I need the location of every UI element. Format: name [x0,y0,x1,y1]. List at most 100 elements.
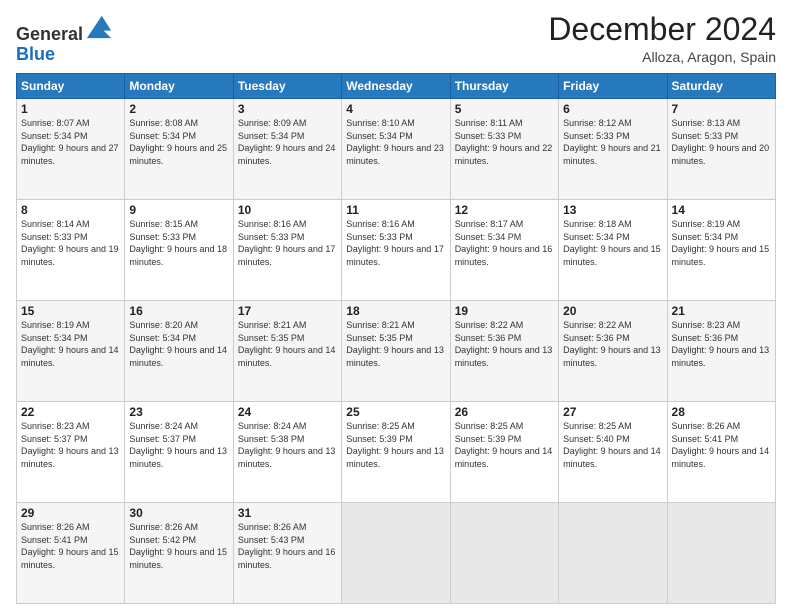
day-detail: Sunrise: 8:19 AMSunset: 5:34 PMDaylight:… [672,218,771,268]
day-number: 6 [563,102,662,116]
calendar-cell: 23Sunrise: 8:24 AMSunset: 5:37 PMDayligh… [125,402,233,503]
calendar-cell: 12Sunrise: 8:17 AMSunset: 5:34 PMDayligh… [450,200,558,301]
logo-icon [85,12,113,40]
weekday-tuesday: Tuesday [233,74,341,99]
day-number: 23 [129,405,228,419]
day-number: 29 [21,506,120,520]
day-number: 14 [672,203,771,217]
day-detail: Sunrise: 8:08 AMSunset: 5:34 PMDaylight:… [129,117,228,167]
day-detail: Sunrise: 8:14 AMSunset: 5:33 PMDaylight:… [21,218,120,268]
calendar-cell: 20Sunrise: 8:22 AMSunset: 5:36 PMDayligh… [559,301,667,402]
calendar-cell: 19Sunrise: 8:22 AMSunset: 5:36 PMDayligh… [450,301,558,402]
calendar-cell: 3Sunrise: 8:09 AMSunset: 5:34 PMDaylight… [233,99,341,200]
weekday-friday: Friday [559,74,667,99]
location: Alloza, Aragon, Spain [548,49,776,65]
day-detail: Sunrise: 8:23 AMSunset: 5:37 PMDaylight:… [21,420,120,470]
title-block: December 2024 Alloza, Aragon, Spain [548,12,776,65]
day-number: 25 [346,405,445,419]
calendar-cell: 30Sunrise: 8:26 AMSunset: 5:42 PMDayligh… [125,503,233,604]
day-detail: Sunrise: 8:24 AMSunset: 5:38 PMDaylight:… [238,420,337,470]
day-number: 13 [563,203,662,217]
day-number: 7 [672,102,771,116]
day-detail: Sunrise: 8:15 AMSunset: 5:33 PMDaylight:… [129,218,228,268]
day-detail: Sunrise: 8:22 AMSunset: 5:36 PMDaylight:… [455,319,554,369]
day-number: 15 [21,304,120,318]
calendar-cell: 22Sunrise: 8:23 AMSunset: 5:37 PMDayligh… [17,402,125,503]
calendar-cell: 1Sunrise: 8:07 AMSunset: 5:34 PMDaylight… [17,99,125,200]
day-number: 26 [455,405,554,419]
day-detail: Sunrise: 8:26 AMSunset: 5:43 PMDaylight:… [238,521,337,571]
calendar-cell: 17Sunrise: 8:21 AMSunset: 5:35 PMDayligh… [233,301,341,402]
day-number: 5 [455,102,554,116]
day-number: 1 [21,102,120,116]
weekday-monday: Monday [125,74,233,99]
day-number: 4 [346,102,445,116]
week-row-4: 22Sunrise: 8:23 AMSunset: 5:37 PMDayligh… [17,402,776,503]
calendar-cell: 11Sunrise: 8:16 AMSunset: 5:33 PMDayligh… [342,200,450,301]
calendar-cell: 16Sunrise: 8:20 AMSunset: 5:34 PMDayligh… [125,301,233,402]
day-detail: Sunrise: 8:21 AMSunset: 5:35 PMDaylight:… [346,319,445,369]
day-number: 18 [346,304,445,318]
month-title: December 2024 [548,12,776,47]
weekday-thursday: Thursday [450,74,558,99]
calendar-cell: 4Sunrise: 8:10 AMSunset: 5:34 PMDaylight… [342,99,450,200]
day-detail: Sunrise: 8:19 AMSunset: 5:34 PMDaylight:… [21,319,120,369]
calendar-cell: 26Sunrise: 8:25 AMSunset: 5:39 PMDayligh… [450,402,558,503]
logo-text: GeneralBlue [16,12,113,65]
day-detail: Sunrise: 8:26 AMSunset: 5:41 PMDaylight:… [21,521,120,571]
calendar-cell: 13Sunrise: 8:18 AMSunset: 5:34 PMDayligh… [559,200,667,301]
day-number: 19 [455,304,554,318]
day-number: 20 [563,304,662,318]
calendar-cell [342,503,450,604]
day-detail: Sunrise: 8:22 AMSunset: 5:36 PMDaylight:… [563,319,662,369]
day-detail: Sunrise: 8:16 AMSunset: 5:33 PMDaylight:… [346,218,445,268]
calendar-cell: 14Sunrise: 8:19 AMSunset: 5:34 PMDayligh… [667,200,775,301]
logo-general: General [16,24,83,44]
day-detail: Sunrise: 8:07 AMSunset: 5:34 PMDaylight:… [21,117,120,167]
calendar-cell: 18Sunrise: 8:21 AMSunset: 5:35 PMDayligh… [342,301,450,402]
weekday-sunday: Sunday [17,74,125,99]
week-row-1: 1Sunrise: 8:07 AMSunset: 5:34 PMDaylight… [17,99,776,200]
weekday-saturday: Saturday [667,74,775,99]
day-number: 16 [129,304,228,318]
day-detail: Sunrise: 8:25 AMSunset: 5:39 PMDaylight:… [455,420,554,470]
weekday-wednesday: Wednesday [342,74,450,99]
day-number: 10 [238,203,337,217]
day-number: 8 [21,203,120,217]
day-detail: Sunrise: 8:11 AMSunset: 5:33 PMDaylight:… [455,117,554,167]
week-row-2: 8Sunrise: 8:14 AMSunset: 5:33 PMDaylight… [17,200,776,301]
calendar-cell: 25Sunrise: 8:25 AMSunset: 5:39 PMDayligh… [342,402,450,503]
calendar-cell: 10Sunrise: 8:16 AMSunset: 5:33 PMDayligh… [233,200,341,301]
day-number: 21 [672,304,771,318]
calendar-cell: 31Sunrise: 8:26 AMSunset: 5:43 PMDayligh… [233,503,341,604]
day-number: 17 [238,304,337,318]
day-detail: Sunrise: 8:10 AMSunset: 5:34 PMDaylight:… [346,117,445,167]
calendar-cell: 28Sunrise: 8:26 AMSunset: 5:41 PMDayligh… [667,402,775,503]
day-detail: Sunrise: 8:26 AMSunset: 5:42 PMDaylight:… [129,521,228,571]
day-number: 11 [346,203,445,217]
day-detail: Sunrise: 8:13 AMSunset: 5:33 PMDaylight:… [672,117,771,167]
day-detail: Sunrise: 8:25 AMSunset: 5:39 PMDaylight:… [346,420,445,470]
calendar-cell: 24Sunrise: 8:24 AMSunset: 5:38 PMDayligh… [233,402,341,503]
calendar-cell: 7Sunrise: 8:13 AMSunset: 5:33 PMDaylight… [667,99,775,200]
week-row-3: 15Sunrise: 8:19 AMSunset: 5:34 PMDayligh… [17,301,776,402]
calendar-body: 1Sunrise: 8:07 AMSunset: 5:34 PMDaylight… [17,99,776,604]
calendar-cell [559,503,667,604]
day-detail: Sunrise: 8:21 AMSunset: 5:35 PMDaylight:… [238,319,337,369]
calendar-cell: 27Sunrise: 8:25 AMSunset: 5:40 PMDayligh… [559,402,667,503]
calendar-cell: 15Sunrise: 8:19 AMSunset: 5:34 PMDayligh… [17,301,125,402]
calendar-table: SundayMondayTuesdayWednesdayThursdayFrid… [16,73,776,604]
day-detail: Sunrise: 8:16 AMSunset: 5:33 PMDaylight:… [238,218,337,268]
day-detail: Sunrise: 8:12 AMSunset: 5:33 PMDaylight:… [563,117,662,167]
calendar-cell: 6Sunrise: 8:12 AMSunset: 5:33 PMDaylight… [559,99,667,200]
logo-blue: Blue [16,44,55,64]
day-detail: Sunrise: 8:18 AMSunset: 5:34 PMDaylight:… [563,218,662,268]
day-number: 22 [21,405,120,419]
day-detail: Sunrise: 8:26 AMSunset: 5:41 PMDaylight:… [672,420,771,470]
day-detail: Sunrise: 8:23 AMSunset: 5:36 PMDaylight:… [672,319,771,369]
day-number: 3 [238,102,337,116]
calendar-cell: 21Sunrise: 8:23 AMSunset: 5:36 PMDayligh… [667,301,775,402]
logo: GeneralBlue [16,12,113,65]
calendar-cell [450,503,558,604]
day-detail: Sunrise: 8:24 AMSunset: 5:37 PMDaylight:… [129,420,228,470]
